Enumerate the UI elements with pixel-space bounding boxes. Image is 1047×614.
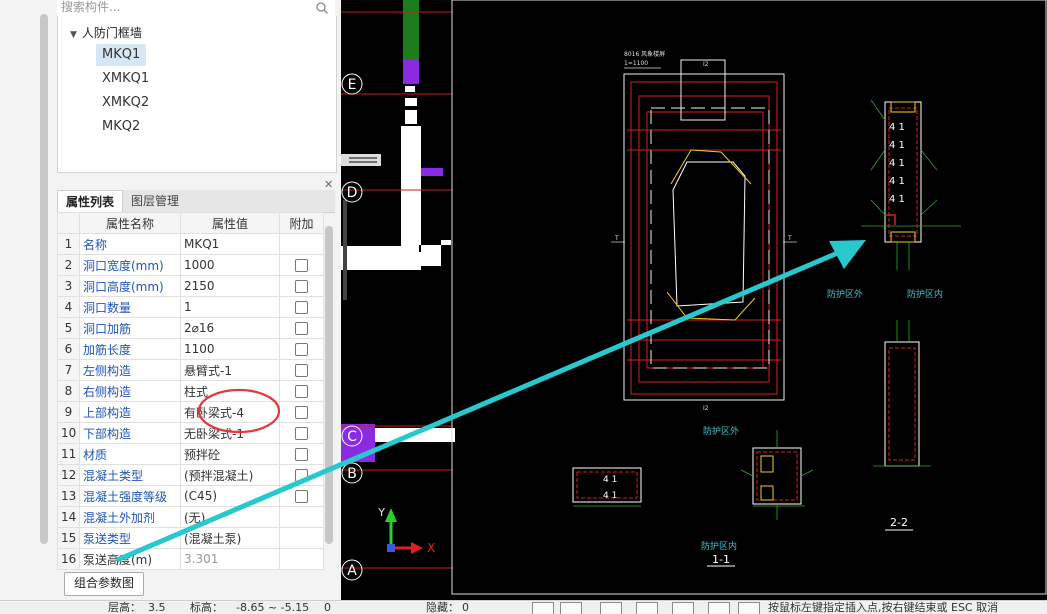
snap-plus-button[interactable] [672, 602, 694, 614]
snap-angle-button[interactable] [636, 602, 658, 614]
floor-height-label: 层高： [108, 601, 141, 614]
highlight-ellipse [197, 388, 281, 434]
hidden-value: 0 [462, 601, 469, 614]
extra-value: 0 [324, 601, 331, 614]
snap-arc-button[interactable] [738, 602, 760, 614]
snap-ortho-button[interactable] [532, 602, 554, 614]
annotation-overlay [116, 240, 866, 563]
floor-height-value: 3.5 [148, 601, 166, 614]
snap-save-button[interactable] [708, 602, 730, 614]
elevation-label: 标高： [190, 601, 223, 614]
pointer-arrow [116, 249, 841, 563]
snap-select-button[interactable] [560, 602, 582, 614]
elevation-value: -8.65 ~ -5.15 [236, 601, 310, 614]
status-bar: 层高： 3.5 标高： -8.65 ~ -5.15 0 隐藏： 0 按鼠标左键指… [0, 600, 1047, 614]
snap-cross-button[interactable] [600, 602, 622, 614]
command-hint: 按鼠标左键指定插入点,按右键结束或 ESC 取消 [768, 601, 999, 614]
hidden-label: 隐藏： [426, 601, 459, 614]
